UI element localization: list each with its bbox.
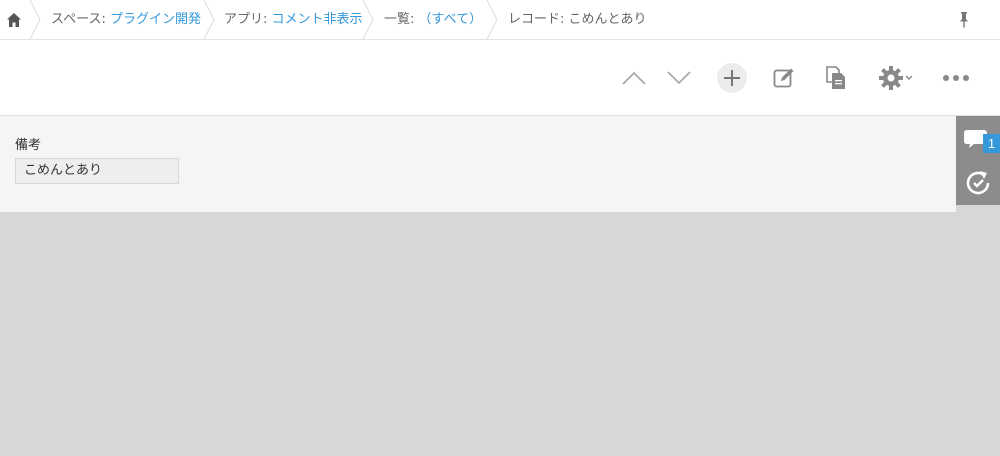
- breadcrumb-app[interactable]: アプリ: コメント非表示: [224, 0, 363, 39]
- home-icon[interactable]: [6, 12, 22, 28]
- pin-icon[interactable]: [956, 11, 972, 29]
- chevron-down-icon: [905, 75, 913, 80]
- settings-button[interactable]: [872, 62, 920, 94]
- breadcrumb-record-name: こめんとあり: [568, 12, 647, 27]
- breadcrumb: スペース: プラグイン開発 アプリ: コメント非表示 一覧: （すべて） レコー…: [0, 0, 1000, 40]
- breadcrumb-space-link[interactable]: プラグイン開発: [110, 12, 201, 27]
- breadcrumb-list-prefix: 一覧:: [384, 12, 419, 27]
- history-icon: [966, 171, 990, 195]
- field-label-notes: 備考: [15, 138, 42, 153]
- plus-icon: [717, 63, 747, 93]
- side-panel: [956, 116, 1000, 205]
- gear-icon: [879, 66, 903, 90]
- breadcrumb-record: レコード: こめんとあり: [508, 0, 647, 39]
- breadcrumb-separator-icon: [29, 0, 41, 39]
- history-button[interactable]: [956, 161, 1000, 205]
- more-icon: [943, 75, 969, 81]
- breadcrumb-separator-icon: [486, 0, 498, 39]
- previous-record-button[interactable]: [618, 62, 650, 94]
- edit-icon: [773, 68, 794, 88]
- breadcrumb-list-link[interactable]: （すべて）: [419, 12, 483, 27]
- breadcrumb-list[interactable]: 一覧: （すべて）: [384, 0, 482, 39]
- field-value-notes: こめんとあり: [15, 158, 179, 184]
- more-options-button[interactable]: [940, 62, 972, 94]
- breadcrumb-separator-icon: [362, 0, 374, 39]
- add-record-button[interactable]: [716, 62, 748, 94]
- record-detail: 備考 こめんとあり: [0, 116, 956, 212]
- edit-record-button[interactable]: [768, 62, 800, 94]
- breadcrumb-app-link[interactable]: コメント非表示: [272, 12, 363, 27]
- duplicate-record-button[interactable]: [820, 62, 852, 94]
- record-toolbar: [0, 40, 1000, 116]
- chevron-down-icon: [667, 71, 691, 85]
- breadcrumb-app-prefix: アプリ:: [224, 12, 272, 27]
- comment-count-badge: 1: [983, 134, 1000, 153]
- next-record-button[interactable]: [663, 62, 695, 94]
- breadcrumb-record-prefix: レコード:: [508, 12, 569, 27]
- chevron-up-icon: [622, 71, 646, 85]
- breadcrumb-space[interactable]: スペース: プラグイン開発: [51, 0, 201, 39]
- breadcrumb-separator-icon: [203, 0, 215, 39]
- duplicate-icon: [826, 66, 845, 89]
- breadcrumb-space-prefix: スペース:: [51, 12, 110, 27]
